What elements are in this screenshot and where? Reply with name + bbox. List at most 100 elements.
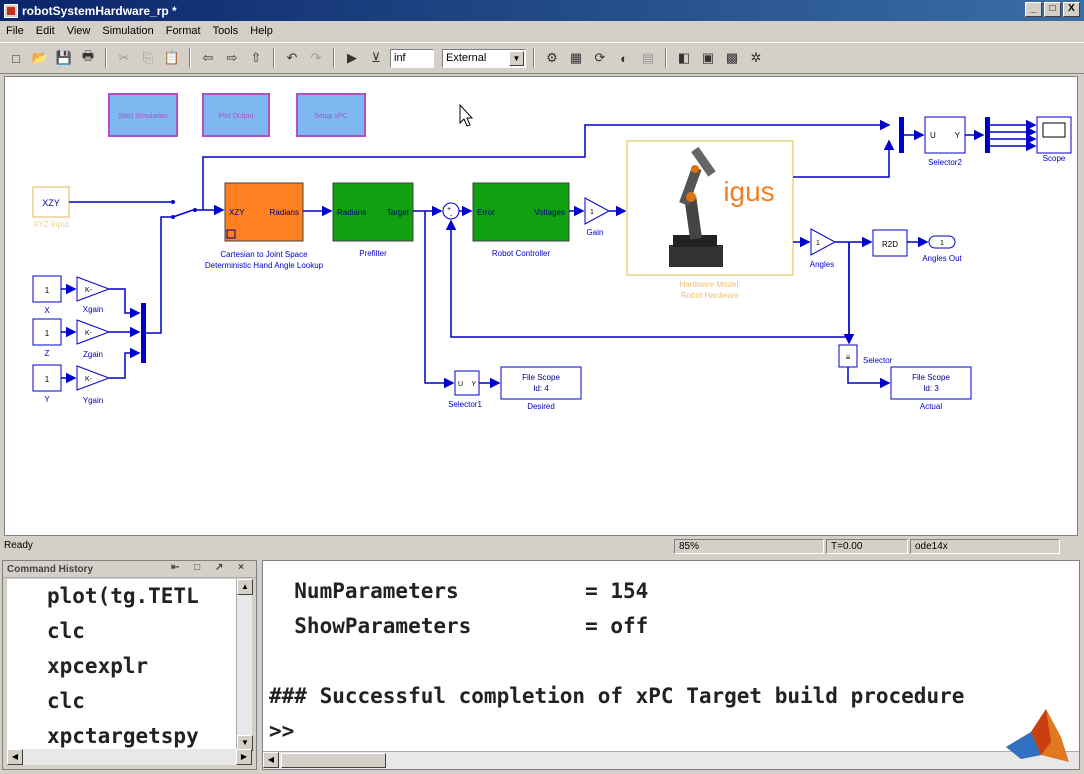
- setup-xpc-button[interactable]: Setup xPC: [296, 93, 366, 137]
- forward-icon[interactable]: ⇨: [222, 48, 242, 68]
- update-icon[interactable]: ⟳: [590, 48, 610, 68]
- undo-icon[interactable]: ↶: [282, 48, 302, 68]
- r2d-label: R2D: [882, 240, 898, 249]
- manual-switch-block[interactable]: [171, 200, 197, 219]
- save-icon[interactable]: 💾: [54, 48, 74, 68]
- command-history-panel: Command History ⇤ □ ↗ × plot(tg.TETL clc…: [2, 560, 257, 770]
- explorer-icon[interactable]: ▣: [698, 48, 718, 68]
- robot-controller-block[interactable]: Error Voltages Robot Controller: [472, 182, 570, 258]
- list-item[interactable]: xpctargetspy: [7, 719, 237, 751]
- angles-out-port[interactable]: 1 Angles Out: [922, 235, 963, 263]
- xgain-block[interactable]: K- Xgain: [76, 276, 111, 314]
- maximize-button[interactable]: □: [1044, 2, 1061, 17]
- prefilter-block[interactable]: Radians Target Prefilter: [332, 182, 414, 258]
- model-explorer-icon[interactable]: ◐: [614, 48, 634, 68]
- scroll-left-icon[interactable]: ◀: [263, 752, 279, 768]
- panel-controls[interactable]: ⇤ □ ↗ ×: [171, 562, 250, 573]
- redo-icon[interactable]: ↷: [306, 48, 326, 68]
- selector2-out-port: Y: [955, 131, 961, 140]
- gain-caption: Gain: [587, 228, 604, 237]
- menu-help[interactable]: Help: [250, 25, 273, 37]
- constant-z-block[interactable]: 1 Z: [32, 318, 62, 358]
- file-scope-desired-caption: Desired: [527, 402, 555, 411]
- console-horizontal-scrollbar[interactable]: ◀: [263, 751, 1079, 769]
- constant-x-label: X: [44, 306, 50, 315]
- plot-output-button[interactable]: Plot Output: [202, 93, 270, 137]
- list-item[interactable]: plot(tg.TETL: [7, 579, 237, 614]
- model-canvas[interactable]: Start Simulation Plot Output Setup xPC X…: [4, 76, 1078, 536]
- library-browser-icon[interactable]: ◧: [674, 48, 694, 68]
- up-icon[interactable]: ⇧: [246, 48, 266, 68]
- open-icon[interactable]: 📂: [30, 48, 50, 68]
- scroll-left-icon[interactable]: ◀: [7, 749, 23, 765]
- file-scope-desired-line1: File Scope: [522, 373, 560, 382]
- menu-simulation[interactable]: Simulation: [102, 25, 153, 37]
- list-item[interactable]: clc: [7, 684, 237, 719]
- new-icon[interactable]: □: [6, 48, 26, 68]
- selector1-caption: Selector1: [448, 400, 482, 409]
- menu-tools[interactable]: Tools: [213, 25, 239, 37]
- connect-icon[interactable]: ⊻: [366, 48, 386, 68]
- scroll-right-icon[interactable]: ▶: [236, 749, 252, 765]
- mux-block[interactable]: [141, 303, 146, 363]
- selector-block[interactable]: ≡ Selector: [838, 344, 893, 368]
- constant-y-value: 1: [45, 375, 50, 384]
- file-scope-actual-block[interactable]: File Scope Id: 3 Actual: [890, 366, 972, 411]
- command-history-list: plot(tg.TETL clc xpcexplr clc xpctargets…: [7, 579, 237, 751]
- close-button[interactable]: X: [1063, 2, 1080, 17]
- demux-block[interactable]: [985, 117, 990, 153]
- menu-view[interactable]: View: [67, 25, 91, 37]
- selector2-block[interactable]: U Y Selector2: [924, 116, 966, 167]
- command-window[interactable]: NumParameters = 154 ShowParameters = off…: [262, 560, 1080, 770]
- mux-block-2[interactable]: [899, 117, 904, 153]
- sim-time: T=0.00: [826, 539, 908, 554]
- constant-x-block[interactable]: 1 X: [32, 275, 62, 315]
- menu-file[interactable]: File: [6, 25, 24, 37]
- build-icon[interactable]: ⚙: [542, 48, 562, 68]
- menu-format[interactable]: Format: [166, 25, 201, 37]
- cartesian-to-joint-block[interactable]: XZY Radians Cartesian to Joint Space Det…: [205, 182, 324, 270]
- scroll-up-icon[interactable]: ▲: [237, 579, 253, 595]
- simulink-app-icon: [4, 3, 18, 18]
- zgain-block[interactable]: K- Zgain: [76, 319, 111, 359]
- controller-in-port: Error: [477, 208, 495, 217]
- menu-edit[interactable]: Edit: [36, 25, 55, 37]
- list-item[interactable]: clc: [7, 614, 237, 649]
- vertical-scrollbar[interactable]: ▲ ▼: [236, 579, 253, 751]
- back-icon[interactable]: ⇦: [198, 48, 218, 68]
- selector1-block[interactable]: U Y Selector1: [448, 370, 482, 409]
- r2d-block[interactable]: R2D: [872, 229, 908, 257]
- xgain-value: K-: [85, 287, 93, 294]
- target-icon[interactable]: ✲: [746, 48, 766, 68]
- toolbar-separator: [333, 48, 335, 68]
- angles-gain-block[interactable]: 1 Angles: [810, 228, 837, 269]
- debug-icon[interactable]: ▤: [638, 48, 658, 68]
- scroll-thumb[interactable]: [281, 753, 386, 768]
- simulation-mode-select[interactable]: External ▼: [442, 48, 526, 68]
- menu-bar: File Edit View Simulation Format Tools H…: [0, 21, 1084, 41]
- xzy-source-block[interactable]: XZY XYZ Input: [32, 186, 70, 229]
- scope-block[interactable]: Scope: [1036, 116, 1072, 163]
- ygain-block[interactable]: K- Ygain: [76, 365, 111, 405]
- gain-block[interactable]: 1 Gain: [584, 197, 611, 237]
- sum-block[interactable]: + -: [442, 202, 460, 220]
- chevron-down-icon[interactable]: ▼: [509, 50, 524, 66]
- start-simulation-button[interactable]: Start Simulation: [108, 93, 178, 137]
- library-icon[interactable]: ▦: [566, 48, 586, 68]
- config-icon[interactable]: ▩: [722, 48, 742, 68]
- command-prompt[interactable]: >>: [269, 719, 294, 743]
- constant-x-value: 1: [45, 286, 50, 295]
- copy-icon[interactable]: ⎘: [138, 48, 158, 68]
- constant-y-block[interactable]: 1 Y: [32, 364, 62, 404]
- horizontal-scrollbar[interactable]: ◀ ▶: [7, 749, 252, 765]
- minimize-button[interactable]: _: [1025, 2, 1042, 17]
- list-item[interactable]: xpcexplr: [7, 649, 237, 684]
- cut-icon[interactable]: ✂: [114, 48, 134, 68]
- print-icon[interactable]: 🖶: [78, 48, 98, 68]
- mouse-cursor-icon: [459, 103, 474, 127]
- play-icon[interactable]: ▶: [342, 48, 362, 68]
- file-scope-desired-block[interactable]: File Scope Id: 4 Desired: [500, 366, 582, 411]
- robot-hardware-block[interactable]: igus Hardware Model: Robot Hardware: [626, 140, 794, 300]
- paste-icon[interactable]: 📋: [162, 48, 182, 68]
- stop-time-input[interactable]: [390, 48, 434, 68]
